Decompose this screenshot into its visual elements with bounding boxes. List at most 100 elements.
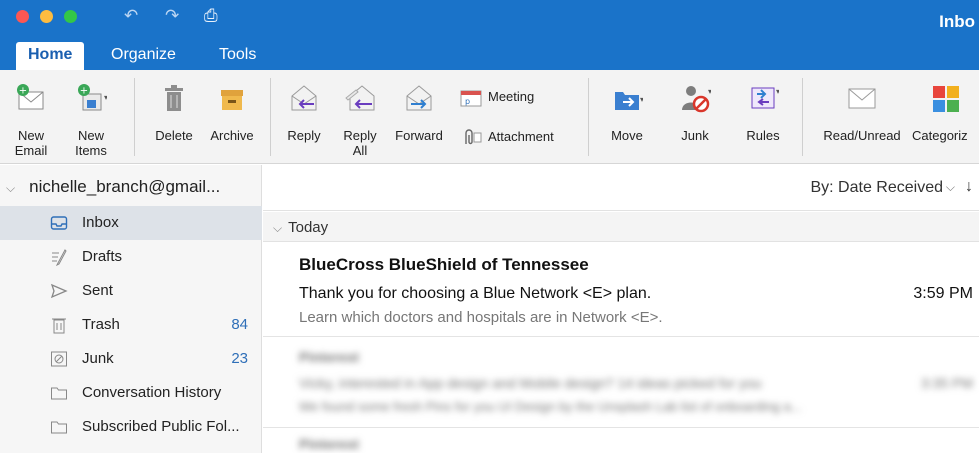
categorize-label: Categoriz xyxy=(912,128,968,143)
svg-text:▾: ▾ xyxy=(776,87,779,96)
reply-icon xyxy=(291,85,317,111)
reply-label: Reply xyxy=(287,128,321,143)
message-time: 3:59 PM xyxy=(913,285,973,302)
account-header[interactable]: ⌵ nichelle_branch@gmail... xyxy=(6,177,220,197)
sort-direction-arrow-icon[interactable]: ↓ xyxy=(965,178,973,196)
sidebar-item-conversation-history[interactable]: Conversation History xyxy=(0,376,262,410)
message-sender: Pinterest xyxy=(299,349,359,365)
message-sender: BlueCross BlueShield of Tennessee xyxy=(299,255,589,274)
attachment-label: Attachment xyxy=(488,129,554,144)
read-unread-label: Read/Unread xyxy=(823,128,901,143)
categorize-color-squares-icon xyxy=(932,86,959,112)
sidebar-item-inbox[interactable]: Inbox xyxy=(0,206,262,240)
group-label: Today xyxy=(288,219,329,236)
forward-label: Forward xyxy=(395,128,443,143)
junk-button[interactable]: ▾ Junk xyxy=(666,70,724,164)
new-items-button[interactable]: + ▾ New Items xyxy=(62,70,120,164)
chevron-down-icon: ⌵ xyxy=(273,221,283,235)
new-email-label: New xyxy=(17,128,44,143)
folder-label: Subscribed Public Fol... xyxy=(82,418,240,435)
tab-home[interactable]: Home xyxy=(16,42,85,70)
account-name: nichelle_branch@gmail... xyxy=(29,177,221,196)
reply-button[interactable]: Reply xyxy=(278,70,330,164)
folder-label: Junk xyxy=(82,350,114,367)
folder-count: 84 xyxy=(231,316,248,333)
new-email-icon: + xyxy=(17,84,44,110)
read-unread-button[interactable]: Read/Unread xyxy=(812,70,912,164)
svg-text:+: + xyxy=(19,86,27,97)
ribbon-divider xyxy=(134,78,135,156)
new-items-label: New xyxy=(77,128,104,143)
sidebar-item-drafts[interactable]: Drafts xyxy=(0,240,262,274)
reply-all-label-2: All xyxy=(352,143,368,158)
archive-label: Archive xyxy=(210,128,254,143)
close-window-button[interactable] xyxy=(16,10,29,23)
new-email-button[interactable]: + New Email xyxy=(6,70,56,164)
rules-button[interactable]: ▾ Rules xyxy=(734,70,792,164)
drafts-icon xyxy=(52,249,67,266)
svg-text:▾: ▾ xyxy=(708,87,711,96)
reply-all-icon xyxy=(345,85,375,111)
svg-text:p: p xyxy=(465,97,470,106)
tab-organize[interactable]: Organize xyxy=(99,42,188,70)
zoom-window-button[interactable] xyxy=(64,10,77,23)
new-items-label-2: Items xyxy=(75,143,107,158)
sort-dropdown[interactable]: By: Date Received xyxy=(810,179,943,197)
move-button[interactable]: ▾ Move xyxy=(598,70,656,164)
sent-icon xyxy=(50,283,68,299)
forward-button[interactable]: Forward xyxy=(390,70,448,164)
sidebar-item-sent[interactable]: Sent xyxy=(0,274,262,308)
message-subject: Vicky, interested in App design and Mobi… xyxy=(299,375,762,391)
trash-icon xyxy=(52,318,66,334)
meeting-calendar-icon: p xyxy=(460,90,482,107)
message-item[interactable]: BlueCross BlueShield of Tennessee Thank … xyxy=(263,243,979,335)
junk-folder-icon xyxy=(51,351,67,367)
window-title: Inbo xyxy=(939,12,975,31)
new-items-icon: + ▾ xyxy=(78,84,107,111)
move-folder-icon: ▾ xyxy=(615,92,643,110)
folder-label: Inbox xyxy=(82,214,119,231)
sort-bar: By: Date Received ⌵ ↓ xyxy=(263,165,979,211)
categorize-button[interactable]: Categoriz xyxy=(912,70,979,164)
ribbon-toolbar: + New Email + ▾ New Items Delete Archive… xyxy=(0,70,979,164)
attachment-button[interactable]: Attachment xyxy=(460,126,554,148)
folder-count: 23 xyxy=(231,350,248,367)
group-header-today[interactable]: ⌵ Today xyxy=(263,212,979,242)
folder-label: Drafts xyxy=(82,248,123,265)
reply-all-button[interactable]: Reply All xyxy=(334,70,386,164)
message-preview: We found some fresh Pins for you UI Desi… xyxy=(299,399,802,414)
message-subject: Thank you for choosing a Blue Network <E… xyxy=(299,285,652,302)
sidebar-item-junk[interactable]: Junk 23 xyxy=(0,342,262,376)
junk-block-sender-icon: ▾ xyxy=(682,86,711,113)
message-item[interactable]: Pinterest xyxy=(263,428,979,453)
print-icon[interactable]: ⎙ xyxy=(204,6,218,26)
ribbon-divider xyxy=(270,78,271,156)
minimize-window-button[interactable] xyxy=(40,10,53,23)
undo-icon[interactable]: ↶ xyxy=(124,6,138,26)
delete-button[interactable]: Delete xyxy=(146,70,202,164)
message-item[interactable]: Pinterest Vicky, interested in App desig… xyxy=(263,337,979,429)
move-label: Move xyxy=(611,128,643,143)
meeting-label: Meeting xyxy=(488,89,535,104)
paperclip-icon xyxy=(465,128,482,144)
sidebar-item-subscribed-public-folders[interactable]: Subscribed Public Fol... xyxy=(0,410,262,444)
rules-icon: ▾ xyxy=(751,87,779,109)
folder-sidebar: ⌵ nichelle_branch@gmail... Inbox Drafts S… xyxy=(0,165,262,453)
sidebar-item-trash[interactable]: Trash 84 xyxy=(0,308,262,342)
folder-label: Trash xyxy=(82,316,120,333)
title-bar: ↶ ↷ ⎙ Inbo Home Organize Tools xyxy=(0,0,979,70)
reply-all-label: Reply xyxy=(343,128,377,143)
svg-text:+: + xyxy=(80,86,88,97)
folder-label: Conversation History xyxy=(82,384,222,401)
message-preview: Learn which doctors and hospitals are in… xyxy=(299,309,663,326)
chevron-down-icon[interactable]: ⌵ xyxy=(946,180,955,195)
meeting-button[interactable]: p Meeting xyxy=(460,86,534,108)
trash-can-icon xyxy=(165,85,183,111)
rules-label: Rules xyxy=(746,128,780,143)
tab-tools[interactable]: Tools xyxy=(207,42,268,70)
archive-button[interactable]: Archive xyxy=(202,70,262,164)
redo-icon[interactable]: ↷ xyxy=(165,6,179,26)
svg-text:▾: ▾ xyxy=(640,95,643,104)
new-email-label-2: Email xyxy=(14,143,48,158)
forward-icon xyxy=(406,85,432,111)
